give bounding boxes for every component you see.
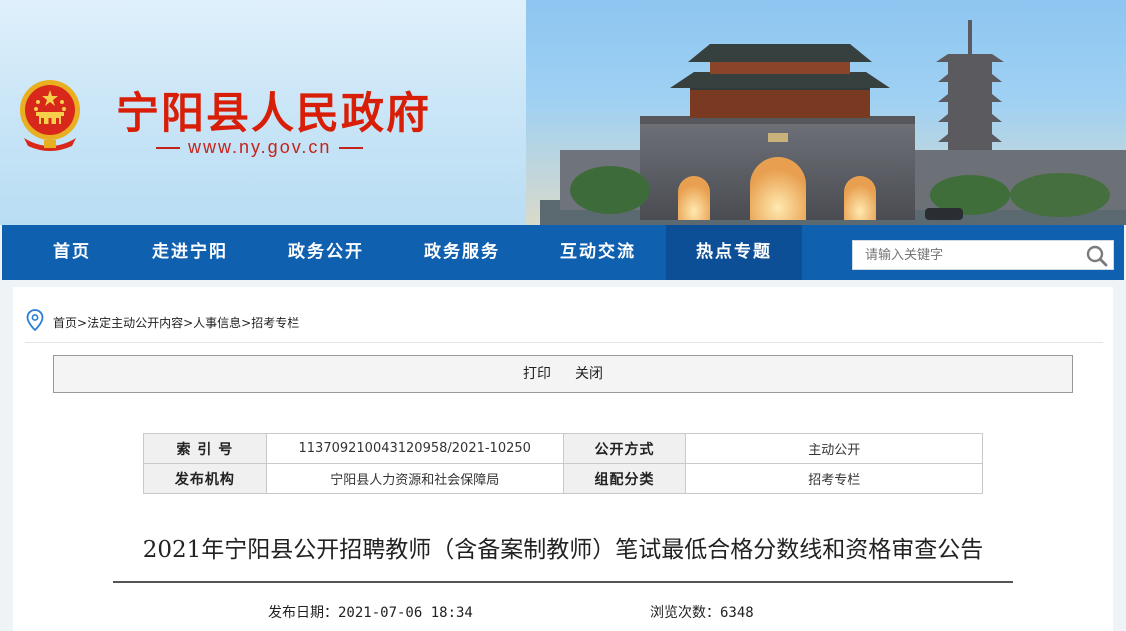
disclosure-label: 公开方式 <box>562 433 687 464</box>
breadcrumb-divider <box>25 342 1103 343</box>
nav-item-interaction[interactable]: 互动交流 <box>530 225 666 280</box>
nav-item-home[interactable]: 首页 <box>2 225 142 280</box>
content-panel: 首页>法定主动公开内容>人事信息>招考专栏 打印 关闭 索 引 号 1137092… <box>13 287 1113 631</box>
breadcrumb-separator: > <box>183 316 194 330</box>
publish-date: 发布日期：2021-07-06 18:34 <box>268 602 473 622</box>
search-input[interactable] <box>853 241 1075 269</box>
main-nav: 首页 走进宁阳 政务公开 政务服务 互动交流 热点专题 <box>2 225 1124 280</box>
table-row: 索 引 号 113709210043120958/2021-10250 公开方式… <box>143 433 983 464</box>
disclosure-value: 主动公开 <box>685 433 983 464</box>
index-value: 113709210043120958/2021-10250 <box>265 433 564 464</box>
publisher-value: 宁阳县人力资源和社会保障局 <box>265 463 564 494</box>
breadcrumb-separator: > <box>241 316 252 330</box>
location-pin-icon <box>26 309 44 331</box>
index-label: 索 引 号 <box>143 433 267 464</box>
search-icon[interactable] <box>1085 244 1109 268</box>
nav-item-gov-affairs[interactable]: 政务公开 <box>258 225 394 280</box>
site-url[interactable]: www.ny.gov.cn <box>148 137 371 158</box>
url-dash-left <box>156 147 180 150</box>
publisher-label: 发布机构 <box>143 463 267 494</box>
publish-date-label: 发布日期： <box>268 605 338 621</box>
article-toolbar: 打印 关闭 <box>53 355 1073 393</box>
close-button[interactable]: 关闭 <box>575 366 603 382</box>
nav-item-about[interactable]: 走进宁阳 <box>122 225 258 280</box>
header-banner: 宁阳县人民政府 www.ny.gov.cn <box>0 0 1126 225</box>
site-url-text[interactable]: www.ny.gov.cn <box>188 137 331 157</box>
breadcrumb-personnel[interactable]: 人事信息 <box>193 316 241 330</box>
publish-date-value: 2021-07-06 18:34 <box>338 605 473 621</box>
search-box <box>852 240 1114 270</box>
title-divider <box>113 581 1013 583</box>
site-title[interactable]: 宁阳县人民政府 <box>116 79 431 141</box>
breadcrumb-recruitment[interactable]: 招考专栏 <box>251 316 299 330</box>
breadcrumb-disclosure[interactable]: 法定主动公开内容 <box>87 316 183 330</box>
national-emblem-icon <box>20 80 80 151</box>
nav-item-hot-topics[interactable]: 热点专题 <box>666 225 802 280</box>
view-count-label: 浏览次数： <box>650 605 720 621</box>
category-label: 组配分类 <box>562 463 687 494</box>
print-button[interactable]: 打印 <box>523 366 551 382</box>
metadata-table: 索 引 号 113709210043120958/2021-10250 公开方式… <box>143 433 983 494</box>
breadcrumb-home[interactable]: 首页 <box>53 316 77 330</box>
city-gate-scenery <box>540 20 1126 225</box>
category-value: 招考专栏 <box>685 463 983 494</box>
view-count-value: 6348 <box>720 605 754 621</box>
article-title: 2021年宁阳县公开招聘教师（含备案制教师）笔试最低合格分数线和资格审查公告 <box>142 537 984 563</box>
breadcrumb-separator: > <box>77 316 88 330</box>
nav-item-services[interactable]: 政务服务 <box>394 225 530 280</box>
table-row: 发布机构 宁阳县人力资源和社会保障局 组配分类 招考专栏 <box>143 463 983 494</box>
breadcrumb: 首页>法定主动公开内容>人事信息>招考专栏 <box>53 314 299 331</box>
view-count: 浏览次数：6348 <box>650 602 754 622</box>
url-dash-right <box>339 147 364 150</box>
